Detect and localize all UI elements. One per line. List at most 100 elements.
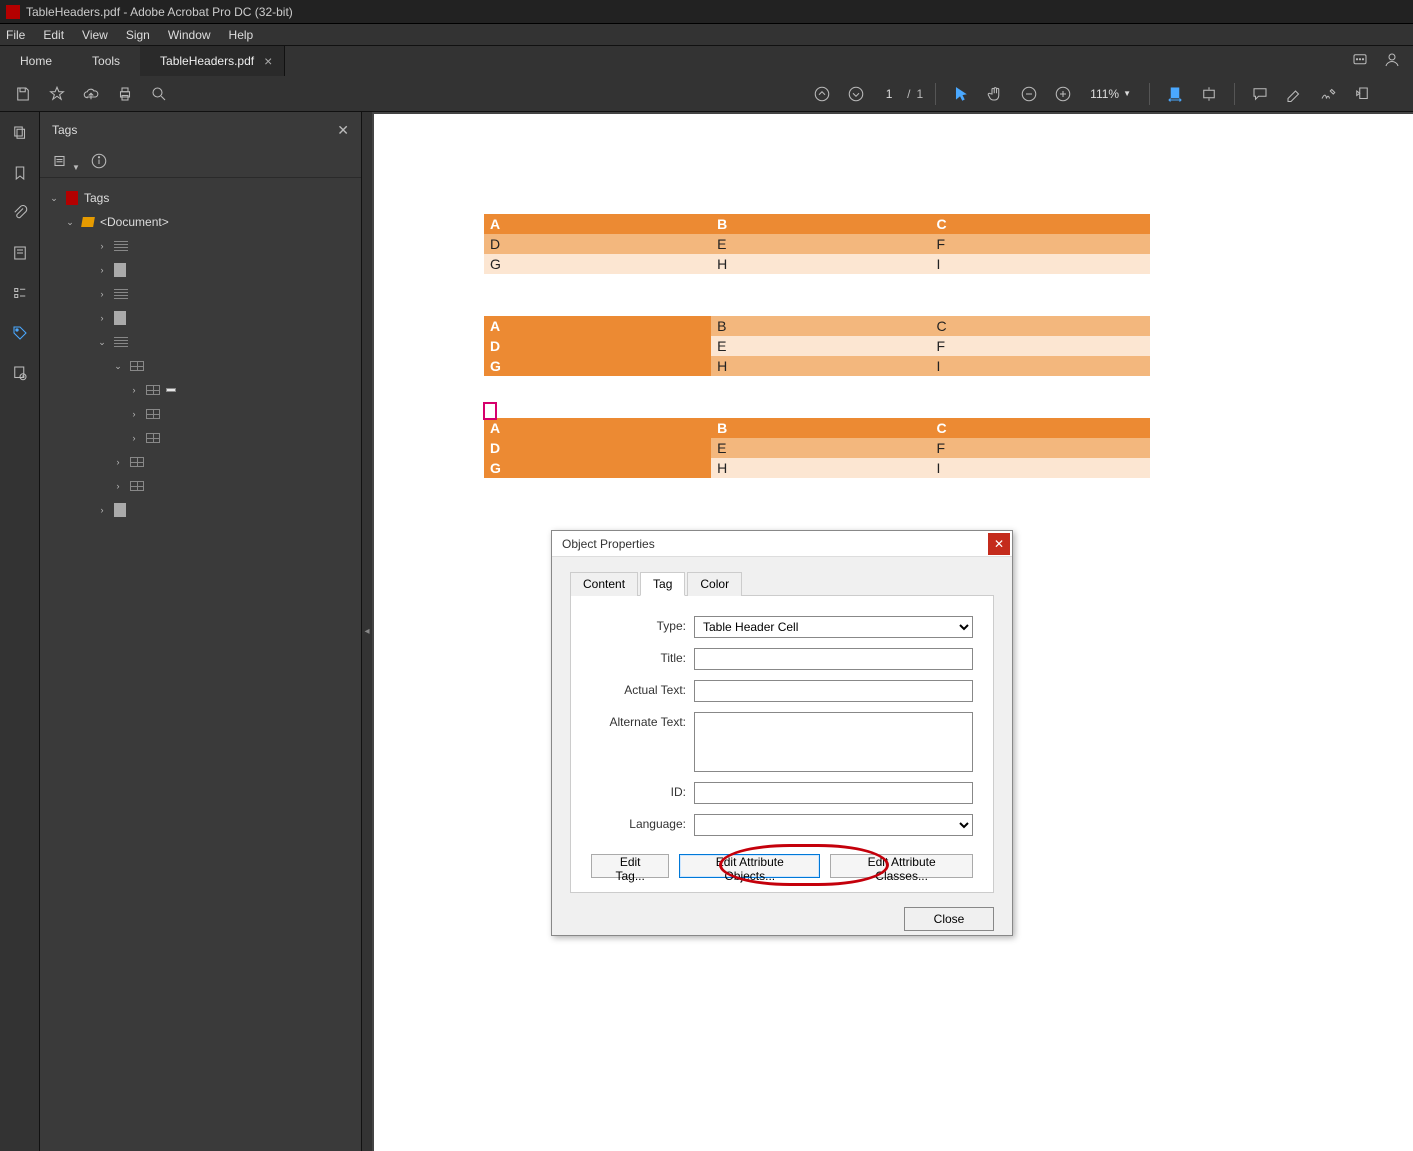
page-indicator: / 1	[877, 85, 923, 103]
tree-item[interactable]: ›	[40, 258, 361, 282]
selection-tool-icon[interactable]	[948, 81, 974, 107]
tree-item[interactable]: ›	[40, 378, 361, 402]
table-cell: G	[484, 356, 711, 376]
more-tools-icon[interactable]	[1349, 81, 1375, 107]
tree-item[interactable]: ›	[40, 474, 361, 498]
panel-options-icon[interactable]: ▼	[52, 152, 80, 173]
table-cell: I	[931, 356, 1150, 376]
panel-collapse-handle[interactable]	[362, 112, 372, 1151]
notification-icon[interactable]	[1351, 51, 1369, 72]
dialog-tab-color[interactable]: Color	[687, 572, 742, 596]
tab-document[interactable]: TableHeaders.pdf ×	[140, 46, 285, 76]
table-cell: A	[484, 418, 711, 438]
tree-document[interactable]: ⌄ <Document>	[40, 210, 361, 234]
window-title: TableHeaders.pdf - Adobe Acrobat Pro DC …	[26, 5, 293, 19]
cloud-icon[interactable]	[78, 81, 104, 107]
object-properties-dialog: Object Properties ✕ Content Tag Color Ty…	[551, 530, 1013, 936]
search-icon[interactable]	[146, 81, 172, 107]
type-select[interactable]: Table Header Cell	[694, 616, 973, 638]
zoom-level[interactable]: 111%▼	[1090, 87, 1131, 101]
zoom-in-icon[interactable]	[1050, 81, 1076, 107]
tree-item[interactable]: ›	[40, 450, 361, 474]
signin-icon[interactable]	[1383, 51, 1401, 72]
edit-attribute-classes-button[interactable]: Edit Attribute Classes...	[830, 854, 973, 878]
table-cell: H	[711, 356, 930, 376]
dialog-title: Object Properties	[562, 537, 655, 551]
table-cell: D	[484, 438, 711, 458]
hand-tool-icon[interactable]	[982, 81, 1008, 107]
tree-item[interactable]: ⌄	[40, 330, 361, 354]
star-icon[interactable]	[44, 81, 70, 107]
menu-file[interactable]: File	[6, 28, 25, 42]
language-select[interactable]	[694, 814, 973, 836]
menu-sign[interactable]: Sign	[126, 28, 150, 42]
close-button[interactable]: Close	[904, 907, 994, 931]
table-cell: D	[484, 234, 711, 254]
table-cell: E	[711, 234, 930, 254]
page-sep: /	[907, 87, 910, 101]
table-cell: E	[711, 438, 930, 458]
table-cell: G	[484, 254, 711, 274]
tab-tools[interactable]: Tools	[72, 46, 140, 76]
order-panel-icon[interactable]	[9, 282, 31, 304]
tree-item[interactable]: ›	[40, 498, 361, 522]
left-rail	[0, 112, 40, 1151]
panel-close-icon[interactable]: ✕	[337, 122, 349, 139]
tab-document-label: TableHeaders.pdf	[160, 54, 254, 68]
tree-item[interactable]: ›	[40, 426, 361, 450]
fit-page-icon[interactable]	[1196, 81, 1222, 107]
tree-root[interactable]: ⌄ Tags	[40, 186, 361, 210]
attachments-icon[interactable]	[9, 202, 31, 224]
tab-home[interactable]: Home	[0, 46, 72, 76]
content-panel-icon[interactable]	[9, 242, 31, 264]
actual-text-input[interactable]	[694, 680, 973, 702]
fit-width-icon[interactable]	[1162, 81, 1188, 107]
tree-item[interactable]: ›	[40, 234, 361, 258]
titlebar: TableHeaders.pdf - Adobe Acrobat Pro DC …	[0, 0, 1413, 24]
dialog-tab-content[interactable]: Content	[570, 572, 638, 596]
table-cell: C	[931, 418, 1150, 438]
page-down-icon[interactable]	[843, 81, 869, 107]
type-label: Type:	[591, 616, 686, 633]
thumbnails-icon[interactable]	[9, 122, 31, 144]
table-cell: F	[931, 438, 1150, 458]
accessibility-icon[interactable]	[9, 362, 31, 384]
print-icon[interactable]	[112, 81, 138, 107]
save-icon[interactable]	[10, 81, 36, 107]
highlight-icon[interactable]	[1281, 81, 1307, 107]
dialog-close-icon[interactable]: ✕	[988, 533, 1010, 555]
page-up-icon[interactable]	[809, 81, 835, 107]
bookmarks-icon[interactable]	[9, 162, 31, 184]
id-label: ID:	[591, 782, 686, 799]
app-icon	[6, 5, 20, 19]
menu-window[interactable]: Window	[168, 28, 211, 42]
edit-attribute-objects-button[interactable]: Edit Attribute Objects...	[679, 854, 820, 878]
zoom-out-icon[interactable]	[1016, 81, 1042, 107]
table-cell: B	[711, 316, 930, 336]
tab-close-icon[interactable]: ×	[264, 53, 272, 69]
tree-item[interactable]: ›	[40, 402, 361, 426]
table-cell: B	[711, 214, 930, 234]
tree-item[interactable]: ⌄	[40, 354, 361, 378]
table-cell: H	[711, 458, 930, 478]
menu-help[interactable]: Help	[229, 28, 254, 42]
comment-icon[interactable]	[1247, 81, 1273, 107]
table-cell: B	[711, 418, 930, 438]
dialog-tab-tag[interactable]: Tag	[640, 572, 685, 596]
alternate-text-input[interactable]	[694, 712, 973, 772]
tags-panel-icon[interactable]	[9, 322, 31, 344]
sign-icon[interactable]	[1315, 81, 1341, 107]
tree-item[interactable]: ›	[40, 306, 361, 330]
table-cell: G	[484, 458, 711, 478]
edit-tag-button[interactable]: Edit Tag...	[591, 854, 669, 878]
alternate-text-label: Alternate Text:	[591, 712, 686, 729]
menu-view[interactable]: View	[82, 28, 108, 42]
title-input[interactable]	[694, 648, 973, 670]
table-1: ABCDEFGHI	[484, 214, 1150, 274]
id-input[interactable]	[694, 782, 973, 804]
page-current-input[interactable]	[877, 85, 901, 103]
panel-info-icon[interactable]	[90, 152, 108, 173]
tree-item[interactable]: ›	[40, 282, 361, 306]
menu-edit[interactable]: Edit	[43, 28, 64, 42]
language-label: Language:	[591, 814, 686, 831]
